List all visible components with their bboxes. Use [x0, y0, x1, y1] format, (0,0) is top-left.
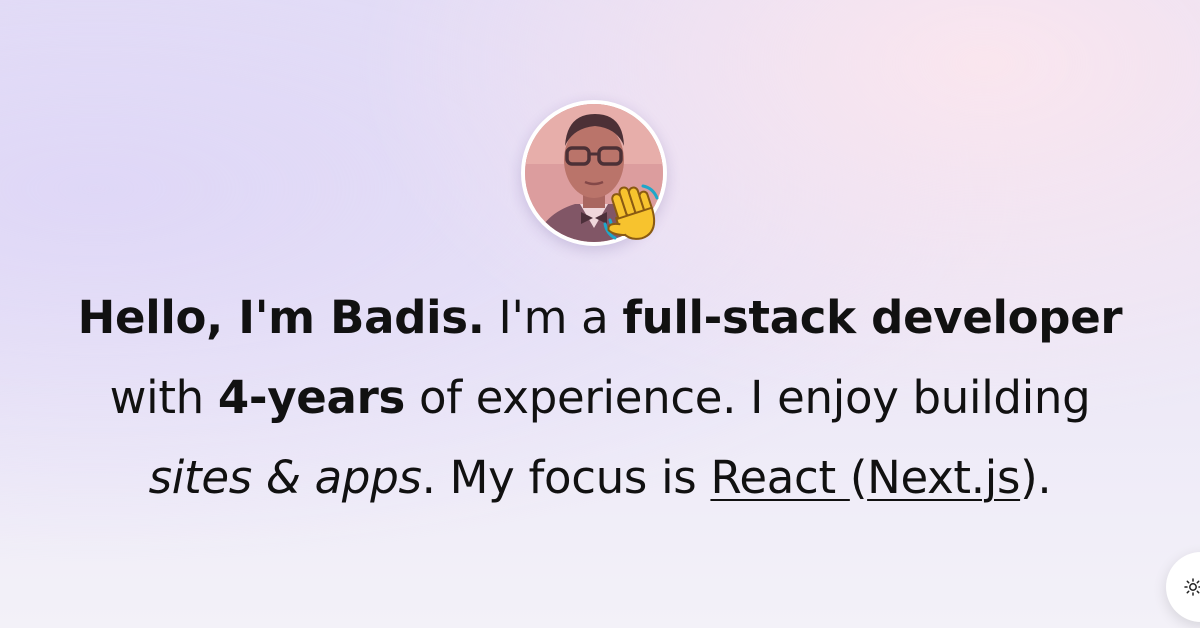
intro-interests: sites & apps: [148, 451, 422, 504]
intro-text: of experience. I enjoy building: [404, 371, 1091, 424]
sun-icon: [1184, 578, 1200, 596]
intro-role: full-stack developer: [622, 291, 1123, 344]
nextjs-link[interactable]: Next.js: [867, 451, 1020, 504]
waving-hand-icon: [597, 180, 663, 246]
hero-section: Hello, I'm Badis. I'm a full-stack devel…: [0, 0, 1200, 628]
intro-text: . My focus is: [421, 451, 711, 504]
intro-greeting: Hello, I'm Badis.: [77, 291, 485, 344]
intro-text: I'm a: [484, 291, 623, 344]
intro-paren-open: (: [849, 451, 868, 504]
intro-paren-close: ).: [1020, 451, 1052, 504]
intro-experience: 4-years: [217, 371, 405, 424]
intro-text: with: [109, 371, 218, 424]
intro-heading: Hello, I'm Badis. I'm a full-stack devel…: [0, 278, 1200, 518]
avatar-container: [521, 100, 667, 246]
react-link[interactable]: React: [710, 451, 849, 504]
